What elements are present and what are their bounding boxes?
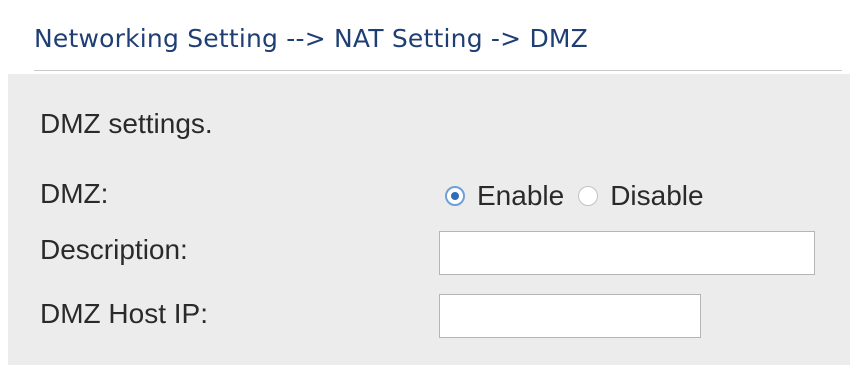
breadcrumb: Networking Setting --> NAT Setting -> DM… bbox=[34, 24, 588, 53]
dmz-disable-radio[interactable] bbox=[578, 186, 599, 206]
dmz-enable-radio[interactable] bbox=[445, 186, 465, 206]
dmz-host-ip-label: DMZ Host IP: bbox=[40, 298, 209, 329]
section-heading: DMZ settings. bbox=[40, 108, 213, 139]
dmz-disable-label[interactable]: Disable bbox=[610, 180, 703, 212]
dmz-host-ip-input[interactable] bbox=[439, 294, 701, 338]
dmz-radio-group: Enable Disable bbox=[445, 180, 718, 212]
description-label: Description: bbox=[40, 234, 188, 265]
dmz-label: DMZ: bbox=[40, 178, 109, 209]
description-input[interactable] bbox=[439, 231, 815, 275]
dmz-enable-label[interactable]: Enable bbox=[477, 180, 564, 212]
page-header: Networking Setting --> NAT Setting -> DM… bbox=[0, 0, 850, 72]
header-divider bbox=[34, 70, 842, 71]
